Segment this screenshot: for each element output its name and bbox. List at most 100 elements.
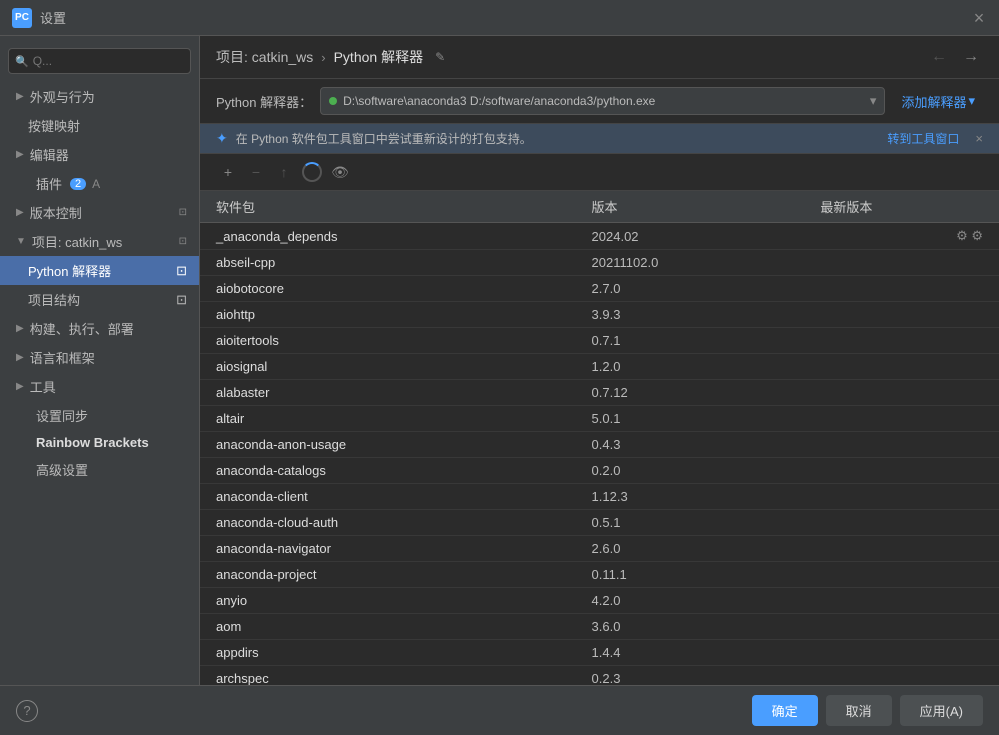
col-header-name: 软件包 (200, 191, 576, 223)
pkg-name: appdirs (200, 640, 576, 666)
apply-button[interactable]: 应用(A) (900, 695, 983, 726)
add-interpreter-button[interactable]: 添加解释器 ▾ (893, 88, 983, 115)
remove-package-button[interactable]: − (244, 160, 268, 184)
title-bar: PC 设置 × (0, 0, 999, 36)
pkg-name: aiosignal (200, 354, 576, 380)
page-icon-structure: ⊡ (176, 292, 187, 308)
pkg-toolbar: + − ↑ 👁 (200, 154, 999, 191)
pkg-name: alabaster (200, 380, 576, 406)
sidebar-item-build-exec[interactable]: ▶ 构建、执行、部署 (0, 314, 199, 343)
table-row[interactable]: _anaconda_depends2024.02⚙ ⚙ (200, 223, 999, 250)
col-header-version: 版本 (576, 191, 805, 223)
package-table: 软件包 版本 最新版本 _anaconda_depends2024.02⚙ ⚙a… (200, 191, 999, 685)
pkg-latest (804, 276, 999, 302)
pkg-latest (804, 354, 999, 380)
table-row[interactable]: aiohttp3.9.3 (200, 302, 999, 328)
breadcrumb-current: Python 解释器 (334, 47, 423, 67)
table-row[interactable]: appdirs1.4.4 (200, 640, 999, 666)
pkg-latest (804, 328, 999, 354)
table-row[interactable]: aiobotocore2.7.0 (200, 276, 999, 302)
pkg-name: altair (200, 406, 576, 432)
info-icon: ✦ (216, 130, 228, 147)
pkg-version: 20211102.0 (576, 250, 805, 276)
sidebar-item-project[interactable]: ▼ 项目: catkin_ws ⊡ (0, 227, 199, 256)
cancel-button[interactable]: 取消 (826, 695, 892, 726)
info-bar-close-button[interactable]: × (975, 131, 983, 146)
table-row[interactable]: aom3.6.0 (200, 614, 999, 640)
refresh-button[interactable] (300, 160, 324, 184)
breadcrumb-parent[interactable]: 项目: catkin_ws (216, 47, 313, 67)
pkg-latest (804, 640, 999, 666)
sidebar-item-vcs[interactable]: ▶ 版本控制 ⊡ (0, 198, 199, 227)
pkg-latest (804, 380, 999, 406)
bottom-bar: ? 确定 取消 应用(A) (0, 685, 999, 735)
breadcrumb-arrow: › (321, 50, 325, 65)
sidebar-item-sync[interactable]: 设置同步 (0, 401, 199, 430)
breadcrumb-back-button[interactable]: ← (927, 46, 951, 68)
interpreter-path: D:\software\anaconda3 D:/software/anacon… (343, 94, 864, 108)
add-package-button[interactable]: + (216, 160, 240, 184)
settings-icon: ⚙ ⚙ (956, 228, 983, 243)
sidebar-item-editor[interactable]: ▶ 编辑器 (0, 140, 199, 169)
table-row[interactable]: alabaster0.7.12 (200, 380, 999, 406)
table-row[interactable]: abseil-cpp20211102.0 (200, 250, 999, 276)
sidebar-item-label: 设置同步 (36, 406, 88, 425)
translate-icon: A (92, 177, 100, 191)
interpreter-select[interactable]: D:\software\anaconda3 D:/software/anacon… (320, 87, 885, 115)
upgrade-package-button[interactable]: ↑ (272, 160, 296, 184)
sidebar-item-label: 外观与行为 (30, 87, 95, 106)
pkg-latest (804, 484, 999, 510)
pkg-version: 1.12.3 (576, 484, 805, 510)
breadcrumb-edit-icon[interactable]: ✎ (435, 50, 445, 64)
pkg-version: 2.6.0 (576, 536, 805, 562)
expand-arrow-project: ▼ (16, 236, 26, 247)
table-row[interactable]: anaconda-client1.12.3 (200, 484, 999, 510)
search-input[interactable] (33, 54, 184, 68)
sidebar-item-label: 高级设置 (36, 460, 88, 479)
confirm-button[interactable]: 确定 (752, 695, 818, 726)
sidebar-item-advanced[interactable]: 高级设置 (0, 455, 199, 484)
info-bar-text: 在 Python 软件包工具窗口中尝试重新设计的打包支持。 (236, 130, 880, 147)
pkg-version: 0.2.3 (576, 666, 805, 686)
table-row[interactable]: aiosignal1.2.0 (200, 354, 999, 380)
pkg-version: 0.7.1 (576, 328, 805, 354)
table-row[interactable]: anaconda-anon-usage0.4.3 (200, 432, 999, 458)
pkg-name: anaconda-navigator (200, 536, 576, 562)
pkg-latest (804, 510, 999, 536)
sidebar-item-lang-framework[interactable]: ▶ 语言和框架 (0, 343, 199, 372)
content-area: 项目: catkin_ws › Python 解释器 ✎ ← → Python … (200, 36, 999, 685)
sidebar-item-label: Rainbow Brackets (36, 435, 149, 450)
sidebar-item-plugins[interactable]: 插件 2 A (0, 169, 199, 198)
sidebar-item-rainbow-brackets[interactable]: Rainbow Brackets (0, 430, 199, 455)
table-row[interactable]: anaconda-cloud-auth0.5.1 (200, 510, 999, 536)
expand-arrow-tools: ▶ (16, 381, 24, 392)
info-bar-link[interactable]: 转到工具窗口 (887, 130, 959, 147)
table-row[interactable]: aioitertools0.7.1 (200, 328, 999, 354)
sidebar-item-tools[interactable]: ▶ 工具 (0, 372, 199, 401)
table-row[interactable]: archspec0.2.3 (200, 666, 999, 686)
pkg-name: anyio (200, 588, 576, 614)
search-box[interactable]: 🔍 (8, 48, 191, 74)
table-row[interactable]: anyio4.2.0 (200, 588, 999, 614)
table-row[interactable]: anaconda-navigator2.6.0 (200, 536, 999, 562)
pkg-version: 0.11.1 (576, 562, 805, 588)
pkg-latest (804, 562, 999, 588)
close-button[interactable]: × (971, 10, 987, 26)
table-row[interactable]: anaconda-catalogs0.2.0 (200, 458, 999, 484)
help-button[interactable]: ? (16, 700, 38, 722)
pkg-version: 2024.02 (576, 223, 805, 250)
page-icon-project: ⊡ (179, 236, 187, 247)
table-row[interactable]: anaconda-project0.11.1 (200, 562, 999, 588)
show-packages-button[interactable]: 👁 (328, 160, 352, 184)
search-icon: 🔍 (15, 55, 29, 68)
pkg-version: 0.5.1 (576, 510, 805, 536)
breadcrumb-forward-button[interactable]: → (959, 46, 983, 68)
sidebar-item-python-interpreter[interactable]: Python 解释器 ⊡ (0, 256, 199, 285)
table-row[interactable]: altair5.0.1 (200, 406, 999, 432)
sidebar-item-appearance[interactable]: ▶ 外观与行为 (0, 82, 199, 111)
pkg-name: archspec (200, 666, 576, 686)
sidebar-item-project-structure[interactable]: 项目结构 ⊡ (0, 285, 199, 314)
sidebar-item-keymap[interactable]: 按键映射 (0, 111, 199, 140)
pkg-latest (804, 302, 999, 328)
pkg-version: 2.7.0 (576, 276, 805, 302)
